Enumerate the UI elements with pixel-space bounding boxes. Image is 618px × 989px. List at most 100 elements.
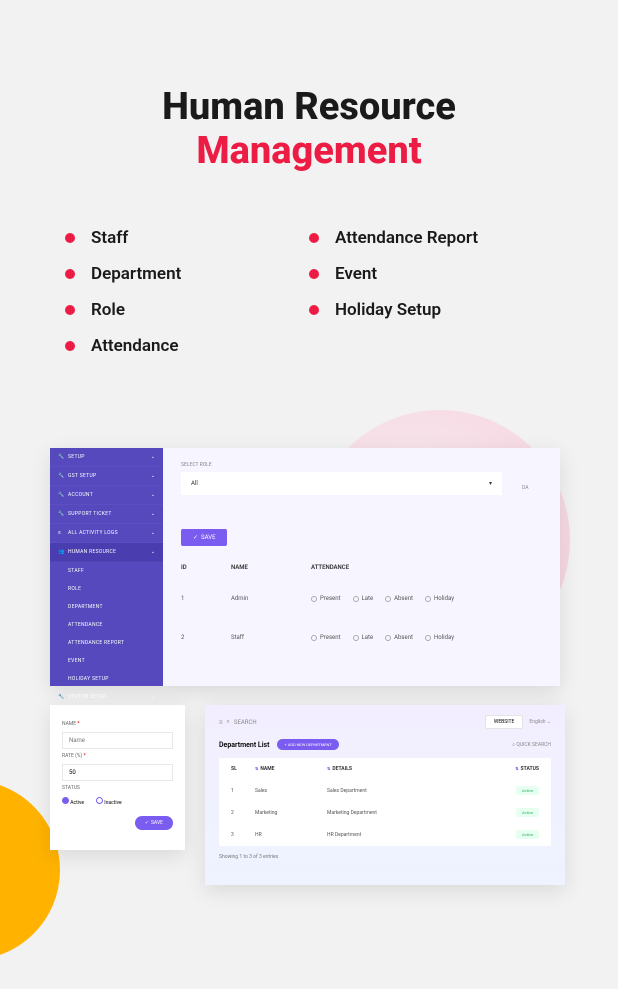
wrench-icon: 🔧: [58, 694, 64, 700]
col-name[interactable]: ⇅NAME: [255, 766, 327, 772]
table-header-row: SL ⇅NAME ⇅DETAILS ⇅STATUS: [227, 758, 543, 780]
sidebar-sub-attendance[interactable]: ATTENDANCE: [50, 616, 163, 634]
hero-section: Human Resource Management: [0, 0, 618, 173]
menu-icon[interactable]: ≡: [219, 719, 223, 726]
sidebar-item-logs[interactable]: ≡ALL ACTIVITY LOGS⌄: [50, 524, 163, 543]
col-details[interactable]: ⇅DETAILS: [327, 766, 489, 772]
chevron-down-icon: ⌄: [151, 473, 155, 479]
radio-present[interactable]: Present: [311, 634, 341, 641]
feature-item: Attendance Report: [309, 228, 553, 248]
bullet-icon: [65, 269, 75, 279]
check-icon: ✓: [145, 820, 149, 826]
sidebar-sub-report[interactable]: ATTENDANCE REPORT: [50, 634, 163, 652]
bullet-icon: [65, 233, 75, 243]
features-col2: Attendance Report Event Holiday Setup: [309, 228, 553, 372]
sidebar-item-account[interactable]: 🔧ACCOUNT⌄: [50, 486, 163, 505]
bullet-icon: [65, 305, 75, 315]
radio-present[interactable]: Present: [311, 595, 341, 602]
features-col1: Staff Department Role Attendance: [65, 228, 309, 372]
select-role-dropdown[interactable]: All ▾: [181, 472, 502, 495]
add-department-button[interactable]: + ADD NEW DEPARTMENT: [277, 739, 338, 750]
col-name: NAME: [231, 564, 311, 571]
table-row: 2 Staff Present Late Absent Holiday: [181, 618, 542, 657]
sort-icon: ⇅: [515, 766, 518, 771]
chevron-down-icon: ⌄: [151, 492, 155, 498]
sidebar: 🔧SETUP⌄ 🔧GST SETUP⌄ 🔧ACCOUNT⌄ 🔧SUPPORT T…: [50, 448, 163, 686]
feature-item: Event: [309, 264, 553, 284]
table-row: 1 Admin Present Late Absent Holiday: [181, 579, 542, 618]
sidebar-sub-event[interactable]: EVENT: [50, 652, 163, 670]
website-button[interactable]: WEBSITE: [485, 715, 523, 729]
bullet-icon: [65, 341, 75, 351]
table-row: 2 Marketing Marketing Department Active: [227, 802, 543, 824]
attendance-main: SELECT ROLE All ▾ DA ✓SAVE ID NAME ATTEN…: [163, 448, 560, 686]
bullet-icon: [309, 233, 319, 243]
sidebar-item-hr[interactable]: 👥HUMAN RESOURCE⌄: [50, 543, 163, 562]
col-id: ID: [181, 564, 231, 571]
wrench-icon: 🔧: [58, 473, 64, 479]
bullet-icon: [309, 269, 319, 279]
sidebar-sub-department[interactable]: DEPARTMENT: [50, 598, 163, 616]
table-header-row: ID NAME ATTENDANCE: [181, 556, 542, 579]
date-label: DA: [522, 485, 542, 491]
feature-item: Staff: [65, 228, 309, 248]
chevron-down-icon: ⌄: [151, 530, 155, 536]
save-button[interactable]: ✓SAVE: [135, 816, 173, 830]
feature-item: Role: [65, 300, 309, 320]
page-title: Human Resource Management: [0, 85, 618, 173]
table-row: 1 Sales Sales Department Active: [227, 780, 543, 802]
status-badge: Active: [516, 808, 539, 817]
title-line2: Management: [196, 129, 421, 173]
department-list-title: Department List: [219, 741, 269, 749]
sidebar-item-support[interactable]: 🔧SUPPORT TICKET⌄: [50, 505, 163, 524]
save-button[interactable]: ✓SAVE: [181, 529, 227, 546]
status-badge: Active: [516, 786, 539, 795]
col-status[interactable]: ⇅STATUS: [489, 766, 539, 772]
col-sl: SL: [231, 766, 255, 772]
wrench-icon: 🔧: [58, 492, 64, 498]
rate-label: RATE (%) *: [62, 753, 173, 759]
features-list: Staff Department Role Attendance Attenda…: [0, 173, 618, 372]
quick-search[interactable]: ⌕ QUICK SEARCH: [512, 742, 551, 748]
name-label: NAME *: [62, 721, 173, 727]
status-label: STATUS: [62, 785, 173, 791]
sidebar-item-gst[interactable]: 🔧GST SETUP⌄: [50, 467, 163, 486]
chevron-down-icon: ⌄: [151, 549, 155, 555]
radio-absent[interactable]: Absent: [385, 634, 413, 641]
radio-late[interactable]: Late: [353, 634, 374, 641]
chevron-down-icon: ⌄: [151, 511, 155, 517]
wrench-icon: 🔧: [58, 511, 64, 517]
search-label[interactable]: SEARCH: [234, 719, 257, 726]
sidebar-sub-role[interactable]: ROLE: [50, 580, 163, 598]
chevron-down-icon: ▾: [489, 480, 492, 487]
sidebar-item-setup[interactable]: 🔧SETUP⌄: [50, 448, 163, 467]
radio-absent[interactable]: Absent: [385, 595, 413, 602]
radio-inactive[interactable]: Inactive: [96, 797, 122, 806]
radio-active[interactable]: Active: [62, 797, 84, 806]
sort-icon: ⇅: [255, 766, 258, 771]
feature-item: Holiday Setup: [309, 300, 553, 320]
attendance-panel: 🔧SETUP⌄ 🔧GST SETUP⌄ 🔧ACCOUNT⌄ 🔧SUPPORT T…: [50, 448, 560, 686]
rate-input[interactable]: [62, 764, 173, 781]
sidebar-sub-staff[interactable]: STAFF: [50, 562, 163, 580]
name-input[interactable]: [62, 732, 173, 749]
feature-item: Attendance: [65, 336, 309, 356]
list-icon: ≡: [58, 530, 64, 536]
table-footer: Showing 1 to 3 of 3 entries: [219, 854, 551, 860]
radio-holiday[interactable]: Holiday: [425, 634, 454, 641]
feature-item: Department: [65, 264, 309, 284]
select-role-label: SELECT ROLE: [181, 462, 502, 468]
sidebar-sub-holiday[interactable]: HOLIDAY SETUP: [50, 670, 163, 688]
form-panel: NAME * RATE (%) * STATUS Active Inactive…: [50, 705, 185, 850]
chevron-down-icon: ⌄: [151, 454, 155, 460]
topbar: ≡ ⌕ SEARCH WEBSITE English ⌄: [219, 715, 551, 729]
sort-icon: ⇅: [327, 766, 330, 771]
search-icon: ⌕: [227, 718, 230, 726]
radio-late[interactable]: Late: [353, 595, 374, 602]
col-attendance: ATTENDANCE: [311, 564, 542, 571]
status-badge: Active: [516, 830, 539, 839]
lang-select[interactable]: English ⌄: [529, 719, 551, 725]
select-role-value: All: [191, 480, 198, 487]
title-line1: Human Resource: [162, 85, 456, 129]
radio-holiday[interactable]: Holiday: [425, 595, 454, 602]
